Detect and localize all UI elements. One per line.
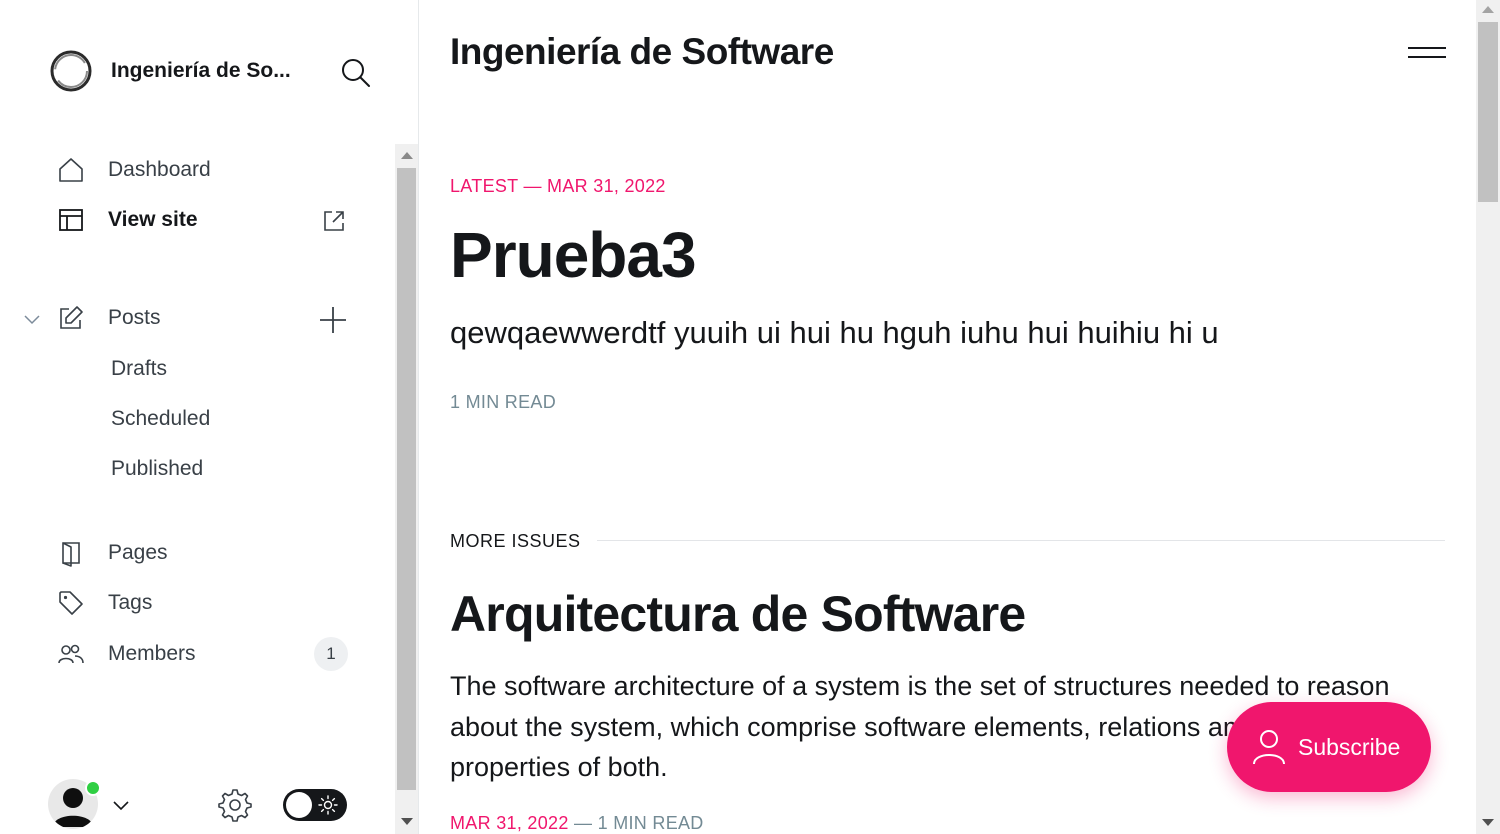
scroll-down-arrow[interactable] <box>401 818 413 825</box>
edit-icon <box>60 306 83 329</box>
nav-pages-label: Pages <box>108 541 168 564</box>
scroll-up-arrow[interactable] <box>1482 6 1494 13</box>
admin-sidebar: Ingeniería de So... Dashboard View site <box>0 0 419 834</box>
nav-pages[interactable]: Pages <box>0 533 380 573</box>
subscribe-label: Subscribe <box>1298 734 1401 760</box>
online-status-indicator <box>85 780 101 796</box>
search-icon[interactable] <box>340 57 372 89</box>
user-icon <box>1253 730 1285 765</box>
more-issues-heading: MORE ISSUES <box>450 531 581 551</box>
latest-post-read-time: 1 MIN READ <box>450 392 557 412</box>
post-title[interactable]: Arquitectura de Software <box>450 585 1026 643</box>
post-read-time: — 1 MIN READ <box>573 813 704 833</box>
latest-post-title[interactable]: Prueba3 <box>450 218 697 292</box>
site-preview: Ingeniería de Software LATEST — MAR 31, … <box>420 0 1476 834</box>
latest-post-excerpt[interactable]: qewqaewwerdtf yuuih ui hui hu hguh iuhu … <box>450 315 1219 351</box>
window-scrollbar[interactable] <box>1476 0 1500 834</box>
members-count-badge: 1 <box>314 637 348 671</box>
theme-toggle[interactable] <box>283 789 347 821</box>
tag-icon <box>59 591 83 615</box>
subscribe-button[interactable]: Subscribe <box>1227 702 1431 792</box>
window-scroll-thumb[interactable] <box>1478 22 1498 202</box>
section-divider <box>597 540 1445 541</box>
nav-posts-label: Posts <box>108 306 161 329</box>
nav-published[interactable]: Published <box>0 449 380 489</box>
nav-drafts[interactable]: Drafts <box>0 349 380 389</box>
nav-published-label: Published <box>111 457 204 480</box>
sidebar-scroll-thumb[interactable] <box>397 168 416 790</box>
nav-scheduled[interactable]: Scheduled <box>0 399 380 439</box>
sun-icon <box>318 795 338 815</box>
nav-view-site-label: View site <box>108 208 198 231</box>
plus-icon[interactable] <box>317 304 349 336</box>
nav-dashboard[interactable]: Dashboard <box>0 150 380 190</box>
gear-icon[interactable] <box>216 786 254 824</box>
site-name: Ingeniería de So... <box>111 59 291 82</box>
nav-view-site[interactable]: View site <box>0 200 380 240</box>
nav-members-label: Members <box>108 642 196 665</box>
scroll-up-arrow[interactable] <box>401 152 413 159</box>
layout-icon <box>59 209 83 231</box>
nav-tags-label: Tags <box>108 591 153 614</box>
nav-drafts-label: Drafts <box>111 357 168 380</box>
post-date: MAR 31, 2022 <box>450 813 569 833</box>
home-icon <box>59 158 83 182</box>
nav-scheduled-label: Scheduled <box>111 407 211 430</box>
latest-post-meta: LATEST — MAR 31, 2022 <box>450 176 666 196</box>
post-meta: MAR 31, 2022 — 1 MIN READ <box>450 813 704 834</box>
scroll-down-arrow[interactable] <box>1482 819 1494 826</box>
ghost-logo-icon <box>50 50 92 92</box>
members-icon <box>58 644 84 664</box>
site-title[interactable]: Ingeniería de Software <box>450 31 834 73</box>
external-link-icon[interactable] <box>321 208 347 234</box>
nav-dashboard-label: Dashboard <box>108 158 211 181</box>
nav-tags[interactable]: Tags <box>0 583 380 623</box>
chevron-down-icon[interactable] <box>110 794 132 816</box>
site-brand[interactable]: Ingeniería de So... <box>48 48 311 94</box>
page-icon <box>62 542 80 567</box>
sidebar-scrollbar[interactable] <box>395 144 418 834</box>
toggle-knob <box>286 792 312 818</box>
hamburger-icon[interactable] <box>1408 44 1446 62</box>
